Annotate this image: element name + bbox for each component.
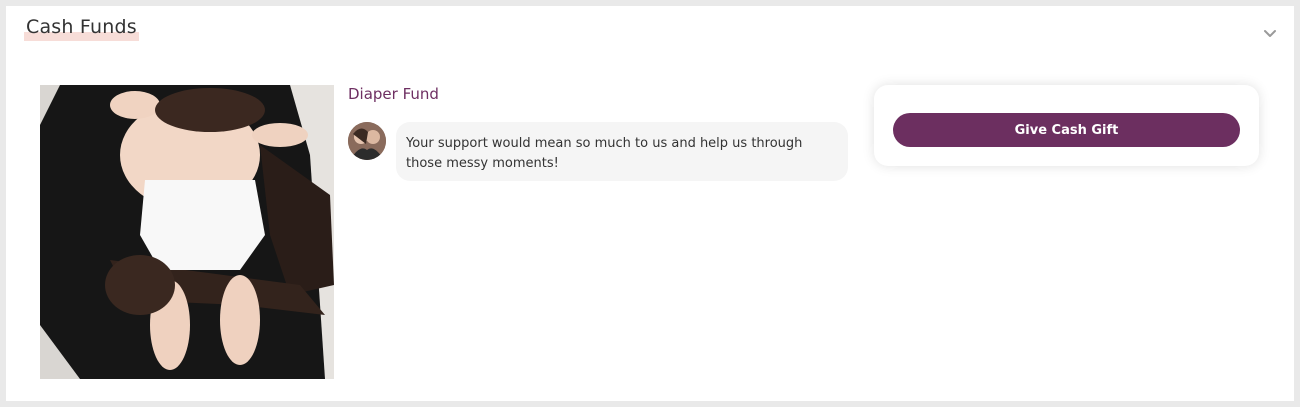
section-title: Cash Funds [24,16,139,41]
fund-photo [40,85,334,379]
fund-title: Diaper Fund [348,85,439,103]
couple-avatar-icon [348,122,386,160]
chevron-down-icon[interactable] [1262,28,1278,40]
baby-photo-icon [40,85,334,379]
fund-message: Your support would mean so much to us an… [396,122,848,181]
give-cash-gift-button[interactable]: Give Cash Gift [893,113,1240,147]
avatar [348,122,386,160]
cash-funds-panel: Cash Funds Diaper Fund Your support woul… [6,6,1294,401]
gift-card: Give Cash Gift [874,85,1259,166]
